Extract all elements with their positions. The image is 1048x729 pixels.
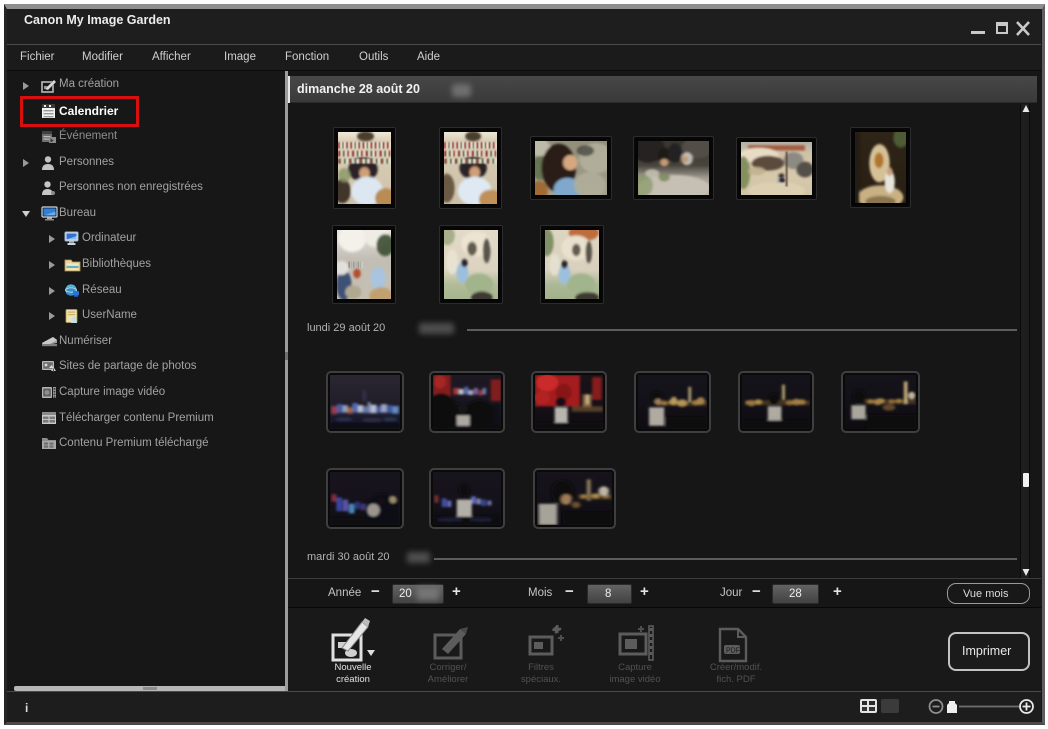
svg-text:PDF: PDF (726, 648, 740, 655)
